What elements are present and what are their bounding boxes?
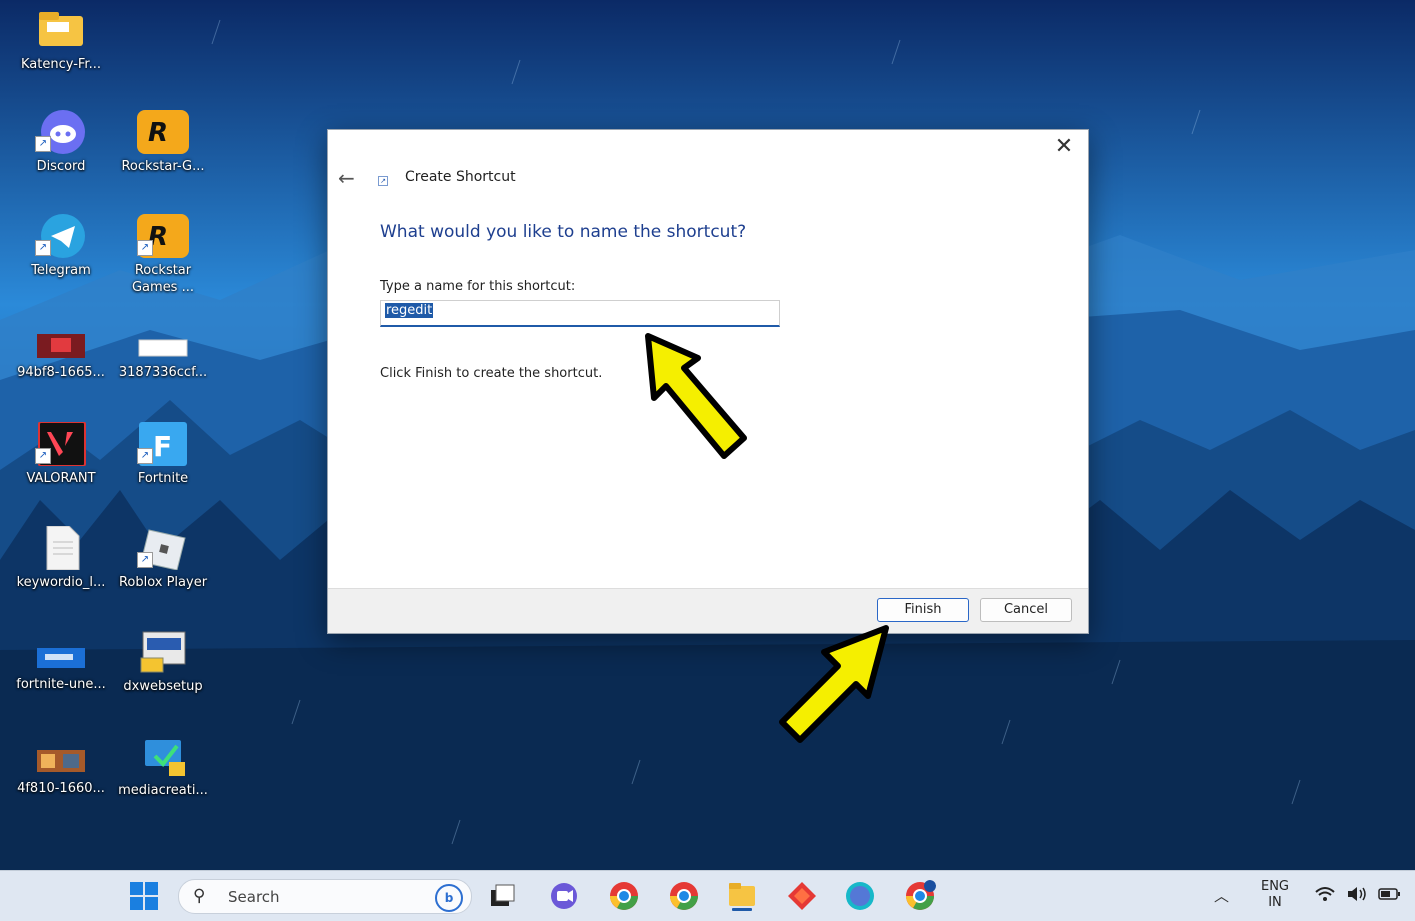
desktop-icon-label: mediacreati... xyxy=(118,783,208,798)
desktop-icon-label: Roblox Player xyxy=(118,575,208,590)
taskbar-search[interactable]: ⚲ Search b xyxy=(178,879,472,914)
dialog-footer: Finish Cancel xyxy=(328,588,1088,633)
shortcut-name-input[interactable]: regedit xyxy=(380,300,780,327)
desktop-icon-label: keywordio_l... xyxy=(16,575,106,590)
search-placeholder: Search xyxy=(228,888,280,906)
desktop-icon-4f810[interactable]: 4f810-1660... xyxy=(9,746,113,797)
shortcut-arrow-icon: ↗ xyxy=(35,136,51,152)
svg-text:F: F xyxy=(153,430,172,463)
desktop-icon-rockstar-games[interactable]: R ↗ Rockstar Games ... xyxy=(111,214,215,296)
desktop-icon-label: Fortnite xyxy=(137,471,189,486)
desktop-icon-label: Telegram xyxy=(31,263,91,278)
selected-text: regedit xyxy=(385,303,434,318)
shortcut-icon: ↗ xyxy=(378,176,388,186)
desktop-icon-fortnite[interactable]: F ↗ Fortnite xyxy=(111,422,215,487)
desktop-icon-label: 3187336ccf... xyxy=(118,365,208,380)
canva-icon[interactable] xyxy=(844,880,876,912)
dialog-title: Create Shortcut xyxy=(405,169,516,185)
chat-icon[interactable] xyxy=(548,880,580,912)
volume-icon[interactable] xyxy=(1346,885,1368,903)
shortcut-arrow-icon: ↗ xyxy=(137,448,153,464)
taskbar: ⚲ Search b ︿ ENG IN xyxy=(0,870,1415,921)
desktop-icon-valorant[interactable]: ↗ VALORANT xyxy=(9,421,113,487)
desktop-icon-label: Rockstar-G... xyxy=(121,159,205,174)
desktop-icon-label: Rockstar Games ... xyxy=(131,263,194,295)
image-file-icon xyxy=(37,334,85,358)
chrome-icon[interactable] xyxy=(608,880,640,912)
shortcut-arrow-icon: ↗ xyxy=(137,240,153,256)
windows-start-icon[interactable] xyxy=(128,880,160,912)
desktop-icon-label: dxwebsetup xyxy=(123,679,203,694)
desktop-icon-label: 94bf8-1665... xyxy=(17,365,105,380)
chrome-icon[interactable] xyxy=(668,880,700,912)
shortcut-arrow-icon: ↗ xyxy=(137,552,153,568)
desktop-icon-discord[interactable]: ↗ Discord xyxy=(9,110,113,175)
folder-icon xyxy=(39,12,83,46)
region-code: IN xyxy=(1268,895,1282,910)
language-indicator[interactable]: ENG IN xyxy=(1256,879,1294,911)
chrome-icon[interactable] xyxy=(904,880,936,912)
wifi-icon[interactable] xyxy=(1314,885,1336,903)
finish-button[interactable]: Finish xyxy=(877,598,969,622)
desktop-icon-rockstar-g[interactable]: R Rockstar-G... xyxy=(111,110,215,175)
back-arrow-icon[interactable]: ← xyxy=(338,166,355,190)
shortcut-name-label: Type a name for this shortcut: xyxy=(380,279,576,294)
app-icon[interactable] xyxy=(786,880,818,912)
annotation-arrow-up-left xyxy=(645,333,747,459)
desktop-icon-fortnite-une[interactable]: fortnite-une... xyxy=(9,642,113,693)
image-file-icon xyxy=(138,339,188,357)
image-file-icon xyxy=(37,648,85,668)
rockstar-icon: R xyxy=(137,110,189,154)
desktop-icon-telegram[interactable]: ↗ Telegram xyxy=(9,214,113,279)
search-icon: ⚲ xyxy=(193,886,206,906)
document-icon xyxy=(46,525,80,571)
desktop-icon-label: Discord xyxy=(36,159,86,174)
desktop-icon-94bf8[interactable]: 94bf8-1665... xyxy=(9,330,113,381)
dialog-heading: What would you like to name the shortcut… xyxy=(380,222,747,242)
desktop-icon-mediacreation[interactable]: mediacreati... xyxy=(111,734,215,799)
language-code: ENG xyxy=(1260,879,1289,894)
desktop-icon-label: 4f810-1660... xyxy=(17,781,105,796)
task-view-icon[interactable] xyxy=(486,880,518,912)
desktop-icon-label: Katency-Fr... xyxy=(21,57,101,72)
desktop-icon-katency[interactable]: Katency-Fr... xyxy=(9,8,113,73)
svg-text:R: R xyxy=(148,118,168,148)
cancel-button[interactable]: Cancel xyxy=(980,598,1072,622)
desktop-icon-label: fortnite-une... xyxy=(16,677,106,692)
annotation-arrow-up-right xyxy=(779,625,889,743)
desktop-icon-keywordio[interactable]: keywordio_l... xyxy=(9,525,113,591)
image-file-icon xyxy=(37,750,85,772)
desktop-icon-roblox[interactable]: ↗ Roblox Player xyxy=(111,526,215,591)
media-creation-icon xyxy=(145,740,185,776)
desktop-icon-dxwebsetup[interactable]: dxwebsetup xyxy=(111,630,215,695)
chevron-up-icon[interactable]: ︿ xyxy=(1214,885,1229,906)
file-explorer-icon[interactable] xyxy=(726,880,758,912)
shortcut-arrow-icon: ↗ xyxy=(35,240,51,256)
close-icon[interactable]: ✕ xyxy=(1052,134,1076,159)
desktop-icon-label: VALORANT xyxy=(26,471,96,486)
installer-icon xyxy=(140,631,186,673)
battery-icon[interactable] xyxy=(1378,886,1402,902)
bing-icon: b xyxy=(435,884,463,912)
shortcut-arrow-icon: ↗ xyxy=(35,448,51,464)
finish-instruction: Click Finish to create the shortcut. xyxy=(380,366,603,381)
desktop-icon-3187336ccf[interactable]: 3187336ccf... xyxy=(111,330,215,381)
